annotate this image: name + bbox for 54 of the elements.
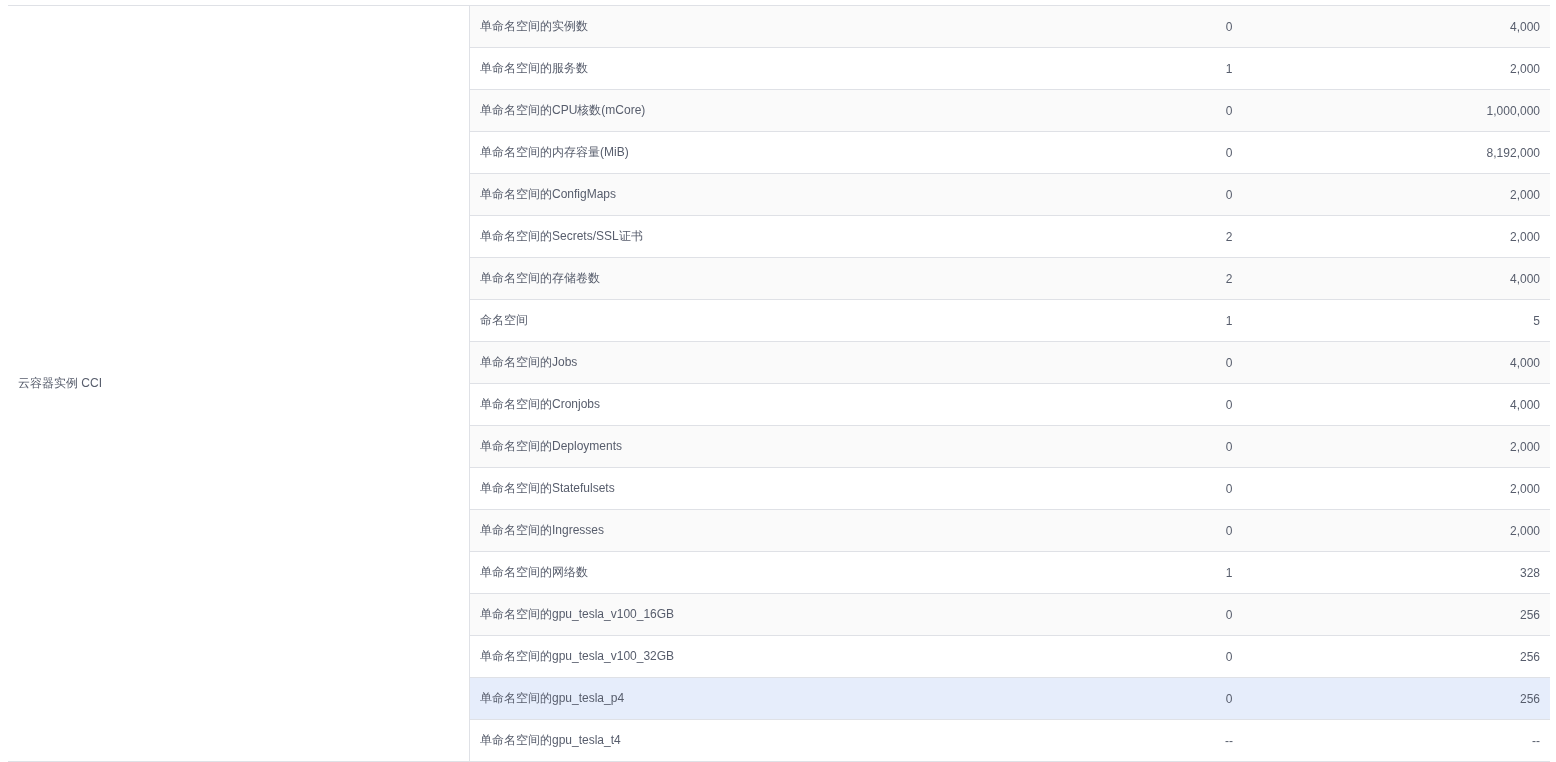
table-cell-text: 0 — [1224, 691, 1234, 706]
table-cell-text: 单命名空间的Deployments — [479, 438, 624, 455]
table-cell-text: 单命名空间的gpu_tesla_v100_32GB — [479, 648, 676, 665]
table-cell-text: 0 — [1224, 19, 1234, 34]
table-cell-text: 2 — [1224, 229, 1234, 244]
table-cell-text: 1 — [1224, 61, 1234, 76]
table-cell-text: 5 — [1532, 313, 1541, 328]
table-cell-text: 0 — [1224, 103, 1234, 118]
table-cell-text: 单命名空间的Secrets/SSL证书 — [479, 228, 644, 245]
table-cell-text: 2,000 — [1508, 439, 1541, 454]
table-cell-text: 328 — [1518, 565, 1541, 580]
table-cell-text: 单命名空间的存储卷数 — [479, 270, 601, 287]
table-cell-text: 单命名空间的gpu_tesla_p4 — [479, 690, 626, 707]
table-cell-text: 单命名空间的Jobs — [479, 354, 579, 371]
table-cell-text: 0 — [1224, 187, 1234, 202]
table-cell-text: 0 — [1224, 523, 1234, 538]
table-cell-text: 0 — [1224, 439, 1234, 454]
table-cell-text: 256 — [1518, 649, 1541, 664]
table-cell-text: 0 — [1224, 145, 1234, 160]
table-cell-text: -- — [1224, 733, 1234, 748]
table-cell-text: 0 — [1224, 607, 1234, 622]
table-cell-text: 2,000 — [1508, 187, 1541, 202]
table-cell-text: 单命名空间的CPU核数(mCore) — [479, 102, 647, 119]
table-cell-text: 2,000 — [1508, 229, 1541, 244]
table-cell-text: 单命名空间的网络数 — [479, 564, 589, 581]
table-cell-text: 256 — [1518, 691, 1541, 706]
table-cell-text: 1 — [1224, 565, 1234, 580]
table-cell-text: 1 — [1224, 313, 1234, 328]
table-cell-text: 256 — [1518, 607, 1541, 622]
table-cell-text: 单命名空间的内存容量(MiB) — [479, 144, 630, 161]
table-cell-text: 单命名空间的Ingresses — [479, 522, 606, 539]
table-cell-text: 4,000 — [1508, 397, 1541, 412]
table-cell-text: 单命名空间的服务数 — [479, 60, 589, 77]
table-cell-text: 8,192,000 — [1485, 145, 1541, 160]
table-cell-text: 0 — [1224, 649, 1234, 664]
table-cell-text: 单命名空间的Cronjobs — [479, 396, 602, 413]
table-cell-text: 2,000 — [1508, 523, 1541, 538]
table-cell-text: 0 — [1224, 355, 1234, 370]
table-cell-text: 单命名空间的实例数 — [479, 18, 589, 35]
table-cell-text: 单命名空间的Statefulsets — [479, 480, 616, 497]
table-cell-text: 0 — [1224, 397, 1234, 412]
table-cell-text: 2 — [1224, 271, 1234, 286]
table-cell-text: 命名空间 — [479, 312, 529, 329]
table-cell-text: 1,000,000 — [1485, 103, 1541, 118]
table-cell-text: 2,000 — [1508, 61, 1541, 76]
table-cell-text: 2,000 — [1508, 481, 1541, 496]
table-cell-text: 单命名空间的gpu_tesla_t4 — [479, 732, 622, 749]
table-cell-text: 单命名空间的gpu_tesla_v100_16GB — [479, 606, 676, 623]
table-cell-text: -- — [1531, 733, 1541, 748]
table-cell-text: 4,000 — [1508, 355, 1541, 370]
table-cell-text: 4,000 — [1508, 271, 1541, 286]
table-cell-text: 4,000 — [1508, 19, 1541, 34]
table-cell-text: 0 — [1224, 481, 1234, 496]
table-cell-text: 单命名空间的ConfigMaps — [479, 186, 618, 203]
